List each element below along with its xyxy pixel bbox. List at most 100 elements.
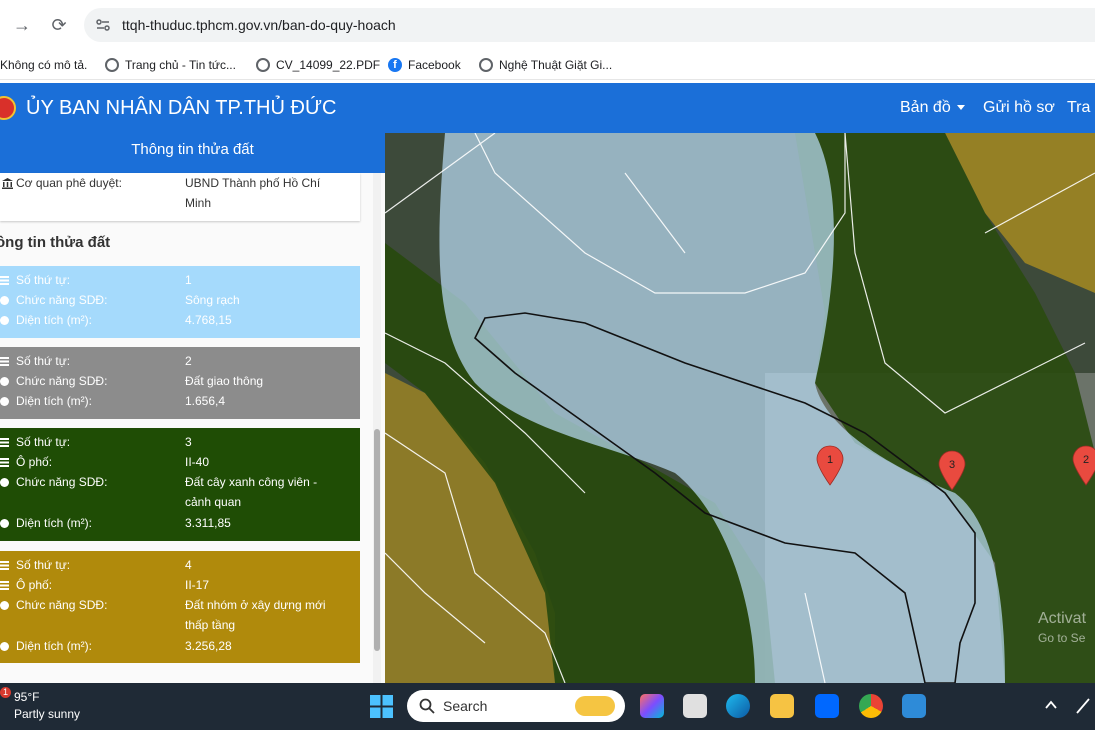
list-icon	[0, 438, 9, 447]
parcel-card-1[interactable]: Số thứ tự: 1 Chức năng SDĐ: Sông rạch Di…	[0, 266, 360, 338]
copilot-icon[interactable]	[640, 694, 664, 718]
reload-icon[interactable]: ⟳	[47, 13, 71, 37]
parcel-key: Chức năng SDĐ:	[16, 374, 108, 388]
bookmark-label: Không có mô tả.	[0, 58, 88, 72]
parcel-key: Số thứ tự:	[16, 435, 71, 449]
task-view-icon[interactable]	[683, 694, 707, 718]
parcel-key: Diện tích (m²):	[16, 639, 93, 653]
parcel-value: 2	[185, 354, 192, 368]
globe-area-icon	[0, 642, 9, 651]
globe-area-icon	[0, 316, 9, 325]
panel-scrollbar[interactable]	[373, 173, 381, 683]
parcel-key: Ô phố:	[16, 578, 53, 592]
chevron-up-icon[interactable]	[1045, 700, 1057, 710]
forward-icon[interactable]: →	[10, 13, 34, 37]
nav-submit-documents[interactable]: Gửi hồ sơ	[983, 99, 1055, 117]
parcel-key: Chức năng SDĐ:	[16, 598, 108, 612]
approver-key: Cơ quan phê duyệt:	[16, 176, 122, 190]
pen-icon[interactable]	[1075, 697, 1091, 715]
parcel-value: 3.256,28	[185, 639, 232, 653]
activation-watermark-title: Activat	[1038, 610, 1087, 627]
bookmark-item[interactable]: CV_14099_22.PDF	[256, 55, 380, 75]
parcel-key: Số thứ tự:	[16, 354, 71, 368]
bookmark-item[interactable]: Không có mô tả.	[0, 55, 87, 75]
parcel-card-2[interactable]: Số thứ tự: 2 Chức năng SDĐ: Đất giao thô…	[0, 347, 360, 419]
search-label: Search	[443, 698, 488, 714]
globe-icon	[256, 58, 270, 72]
address-bar[interactable]: ttqh-thuduc.tphcm.gov.vn/ban-do-quy-hoac…	[84, 8, 1095, 42]
block-icon	[0, 458, 9, 467]
taskbar-search[interactable]: Search	[407, 690, 625, 722]
block-icon	[0, 581, 9, 590]
activation-watermark-subtitle: Go to Se	[1038, 631, 1086, 645]
parcel-card-4[interactable]: Số thứ tự: 4 Ô phố: II-17 Chức năng SDĐ:…	[0, 551, 360, 663]
browser-toolbar: → ⟳ ttqh-thuduc.tphcm.gov.vn/ban-do-quy-…	[0, 0, 1095, 50]
parcel-value: 3	[185, 435, 192, 449]
caret-down-icon	[956, 105, 965, 111]
approver-value: UBND Thành phố Hồ Chí Minh	[185, 176, 321, 210]
compass-icon	[0, 601, 9, 610]
parcel-value: 4.768,15	[185, 313, 232, 327]
bookmark-label: Trang chủ - Tin tức...	[125, 58, 236, 72]
compass-icon	[0, 478, 9, 487]
parcel-card-3[interactable]: Số thứ tự: 3 Ô phố: II-40 Chức năng SDĐ:…	[0, 428, 360, 541]
parcel-value: Sông rạch	[185, 293, 240, 307]
parcel-key: Diện tích (m²):	[16, 516, 93, 530]
list-icon	[0, 357, 9, 366]
map-canvas[interactable]: 1 3 2 Activat Go to Se	[385, 133, 1095, 683]
compass-icon	[0, 377, 9, 386]
list-icon	[0, 276, 9, 285]
nav-lookup[interactable]: Tra	[1067, 99, 1090, 117]
bookmarks-bar: Không có mô tả. Trang chủ - Tin tức... C…	[0, 50, 1095, 80]
parcel-value: II-40	[185, 455, 210, 469]
compass-icon	[0, 296, 9, 305]
parcel-value: 1	[185, 273, 192, 287]
bookmark-label: Facebook	[408, 58, 461, 72]
institution-icon	[2, 178, 13, 189]
edge-browser-icon[interactable]	[726, 694, 750, 718]
approval-card: Cơ quan phê duyệt: UBND Thành phố Hồ Chí…	[0, 173, 360, 221]
parcel-key: Số thứ tự:	[16, 558, 71, 572]
national-emblem-icon	[0, 96, 16, 120]
globe-icon	[479, 58, 493, 72]
search-icon	[419, 698, 435, 714]
file-explorer-icon[interactable]	[770, 694, 794, 718]
parcel-value: 3.311,85	[185, 516, 231, 530]
parcel-key: Ô phố:	[16, 455, 53, 469]
nav-map-label: Bản đồ	[900, 99, 951, 116]
map-marker-label: 2	[1083, 454, 1089, 466]
parcel-key: Chức năng SDĐ:	[16, 293, 108, 307]
parcel-info-panel: Thông tin thửa đất Cơ quan phê duyệt: UB…	[0, 133, 385, 683]
photos-icon[interactable]	[902, 694, 926, 718]
parcel-value: 4	[185, 558, 192, 572]
globe-icon	[105, 58, 119, 72]
list-icon	[0, 561, 9, 570]
chrome-browser-icon[interactable]	[859, 694, 883, 718]
weather-temperature[interactable]: 95°F	[14, 690, 39, 704]
app-title[interactable]: ỦY BAN NHÂN DÂN TP.THỦ ĐỨC	[26, 97, 336, 120]
bookmark-item[interactable]: Nghệ Thuật Giặt Gi...	[479, 55, 612, 75]
parcel-value: Đất nhóm ở xây dựng mới thấp tầng	[185, 598, 326, 632]
planning-map[interactable]: 1 3 2 Activat Go to Se	[385, 133, 1095, 683]
parcel-value: 1.656,4	[185, 394, 226, 408]
nav-map-dropdown[interactable]: Bản đồ	[900, 99, 965, 117]
url-text[interactable]: ttqh-thuduc.tphcm.gov.vn/ban-do-quy-hoac…	[122, 17, 396, 33]
parcel-value: II-17	[185, 578, 210, 592]
parcel-key: Diện tích (m²):	[16, 313, 93, 327]
bookmark-label: Nghệ Thuật Giặt Gi...	[499, 58, 613, 72]
zalo-icon[interactable]	[815, 694, 839, 718]
globe-area-icon	[0, 397, 9, 406]
bookmark-item[interactable]: Trang chủ - Tin tức...	[105, 55, 236, 75]
scrollbar-thumb[interactable]	[374, 429, 380, 651]
bookmark-label: CV_14099_22.PDF	[276, 58, 381, 72]
parcel-key: Diện tích (m²):	[16, 394, 93, 408]
parcel-key: Số thứ tự:	[16, 273, 71, 287]
windows-taskbar: 1 95°F Partly sunny Search	[0, 683, 1095, 730]
app-header: ỦY BAN NHÂN DÂN TP.THỦ ĐỨC Bản đồ Gửi hồ…	[0, 83, 1095, 133]
site-settings-icon[interactable]	[94, 16, 112, 34]
parcel-value: Đất cây xanh công viên - cảnh quan	[185, 475, 318, 509]
weather-badge: 1	[0, 687, 11, 698]
bookmark-item[interactable]: f Facebook	[388, 55, 461, 75]
windows-start-icon[interactable]	[370, 695, 393, 718]
weather-description[interactable]: Partly sunny	[14, 707, 80, 721]
